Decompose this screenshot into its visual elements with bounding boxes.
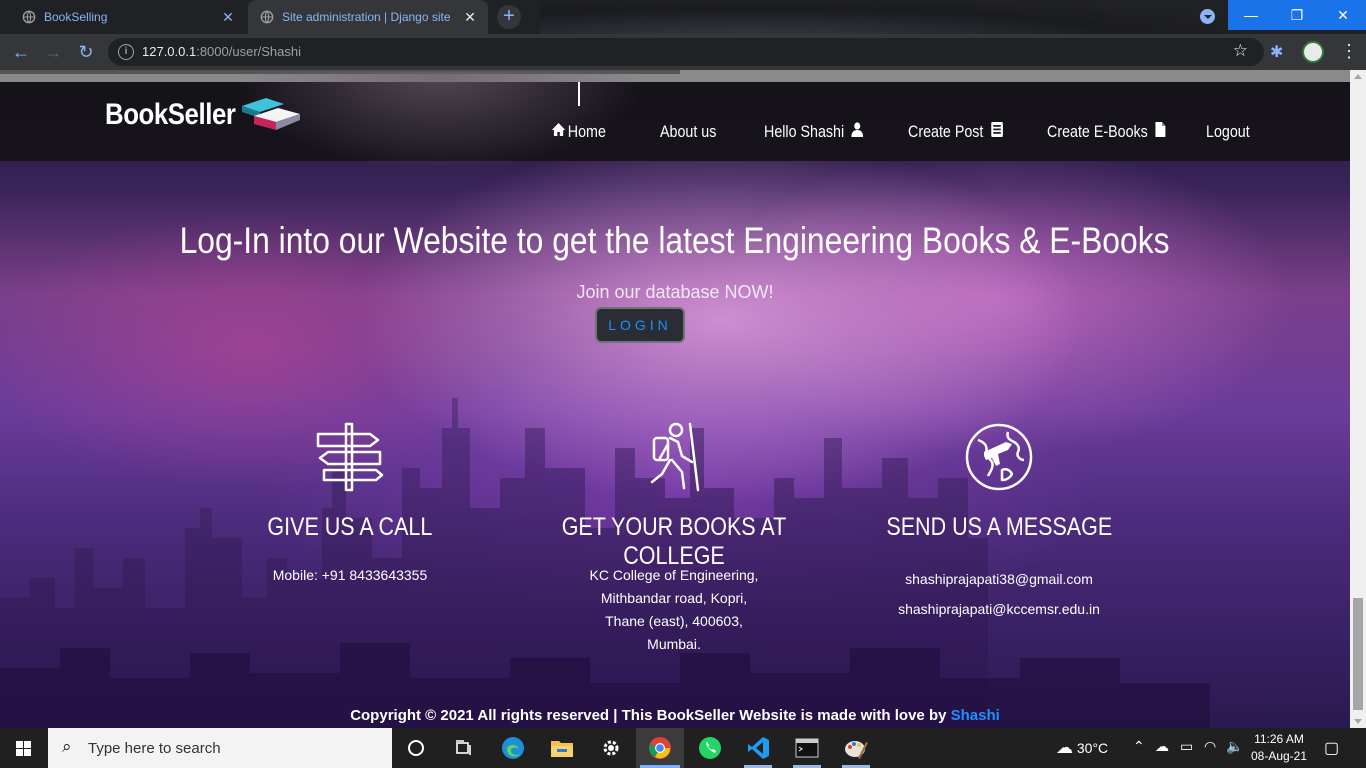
call-heading: GIVE US A CALL [267,513,433,541]
file-explorer-icon[interactable] [538,728,586,768]
settings-icon[interactable] [587,728,635,768]
windows-start-icon[interactable] [0,728,48,768]
reload-icon[interactable]: ↻ [75,41,97,63]
college-heading: GET YOUR BOOKS AT COLLEGE [561,513,787,570]
browser-toolbar: ← → ↻ i 127.0.0.1:8000/user/Shashi ☆ [0,34,1366,70]
nav-logout[interactable]: Logout [1206,122,1250,142]
message-emails: shashiprajapati38@gmail.com shashiprajap… [829,564,1169,624]
tab-title: Site administration | Django site admin [282,10,452,24]
url-text[interactable]: 127.0.0.1:8000/user/Shashi [142,44,301,59]
books-logo-icon [242,98,300,130]
nav-about[interactable]: About us [660,122,716,142]
nav-create-ebooks[interactable]: Create E-Books [1047,122,1166,142]
forward-icon[interactable]: → [42,41,64,63]
file-icon [1155,122,1166,142]
tab-django-admin[interactable]: Site administration | Django site admin … [248,0,488,34]
home-icon [551,122,566,142]
cortana-icon[interactable] [392,728,440,768]
paint-icon[interactable] [832,728,880,768]
volume-icon[interactable]: 🔈 [1226,738,1243,755]
chrome-icon[interactable] [636,728,684,768]
wifi-icon[interactable]: ◠ [1204,738,1216,755]
college-address: KC College of Engineering, Mithbandar ro… [589,567,759,652]
battery-icon[interactable]: ▭ [1180,738,1193,755]
profile-avatar[interactable] [1302,41,1324,63]
search-placeholder: Type here to search [88,740,221,757]
minimize-button[interactable]: — [1228,0,1274,30]
text-cursor [578,82,580,106]
weather-widget[interactable]: ☁ 30°C [1056,738,1108,758]
terminal-icon[interactable] [783,728,831,768]
globe-plane-icon [965,423,1033,491]
user-icon [851,122,864,142]
hiker-icon [650,422,700,492]
browser-tab-strip: BookSelling ✕ Site administration | Djan… [0,0,1366,34]
cloud-icon: ☁ [1056,738,1073,757]
login-button[interactable]: LOGIN [595,307,685,343]
site-navbar: BookSeller Home About us Hello Shashi Cr… [0,72,1350,172]
scrollbar-thumb[interactable] [1353,598,1363,710]
new-tab-button[interactable]: + [497,5,521,29]
scroll-down-icon[interactable] [1354,719,1362,724]
chevron-up-icon[interactable]: ⌃ [1133,738,1145,755]
site-info-icon[interactable]: i [118,44,134,60]
page-top-strip [0,70,1350,82]
extensions-icon[interactable]: ✱ [1270,42,1283,62]
nav-hello-user[interactable]: Hello Shashi [764,122,864,142]
copyright-footer: Copyright © 2021 All rights reserved | T… [350,707,1000,724]
close-tab-icon[interactable]: ✕ [220,9,236,25]
tab-search-icon[interactable] [1200,9,1215,24]
email-link[interactable]: shashiprajapati38@gmail.com [829,564,1169,594]
browser-menu-icon[interactable]: ⋮ [1340,40,1358,62]
whatsapp-icon[interactable] [686,728,734,768]
bookmark-star-icon[interactable]: ☆ [1233,41,1248,61]
globe-icon [260,10,274,24]
nav-home[interactable]: Home [551,122,606,142]
hero-subtitle: Join our database NOW! [576,282,774,302]
globe-icon [22,10,36,24]
newspaper-icon [990,122,1003,142]
page-scrollbar[interactable] [1350,70,1366,728]
system-clock[interactable]: 11:26 AM 08-Aug-21 [1244,731,1314,765]
author-link[interactable]: Shashi [951,707,1000,724]
close-window-button[interactable]: ✕ [1320,0,1366,30]
tab-bookselling[interactable]: BookSelling ✕ [8,0,246,34]
brand-name[interactable]: BookSeller [105,98,236,132]
notifications-icon[interactable]: ▢ [1324,738,1339,758]
nav-create-post[interactable]: Create Post [908,122,1003,142]
maximize-button[interactable]: ❐ [1274,0,1320,30]
edge-icon[interactable] [489,728,537,768]
task-view-icon[interactable] [440,728,488,768]
address-bar[interactable]: i 127.0.0.1:8000/user/Shashi ☆ [108,38,1264,66]
hero-title: Log-In into our Website to get the lates… [180,220,1170,261]
page-viewport: BookSeller Home About us Hello Shashi Cr… [0,70,1350,728]
call-info: Mobile: +91 8433643355 [272,567,428,583]
message-heading: SEND US A MESSAGE [886,513,1112,541]
scroll-up-icon[interactable] [1354,74,1362,79]
theme-background [540,0,1240,34]
tab-title: BookSelling [44,10,108,24]
back-icon[interactable]: ← [10,41,32,63]
search-icon: ⌕ [62,737,72,756]
email-link[interactable]: shashiprajapati@kccemsr.edu.in [829,594,1169,624]
close-tab-icon[interactable]: ✕ [462,9,478,25]
signpost-icon [316,422,384,492]
windows-taskbar: ⌕ Type here to search ☁ 30°C ⌃ ☁ ▭ ◠ 🔈 1… [0,728,1366,768]
onedrive-icon[interactable]: ☁ [1155,738,1169,755]
taskbar-search[interactable]: ⌕ Type here to search [48,728,392,768]
vscode-icon[interactable] [734,728,782,768]
